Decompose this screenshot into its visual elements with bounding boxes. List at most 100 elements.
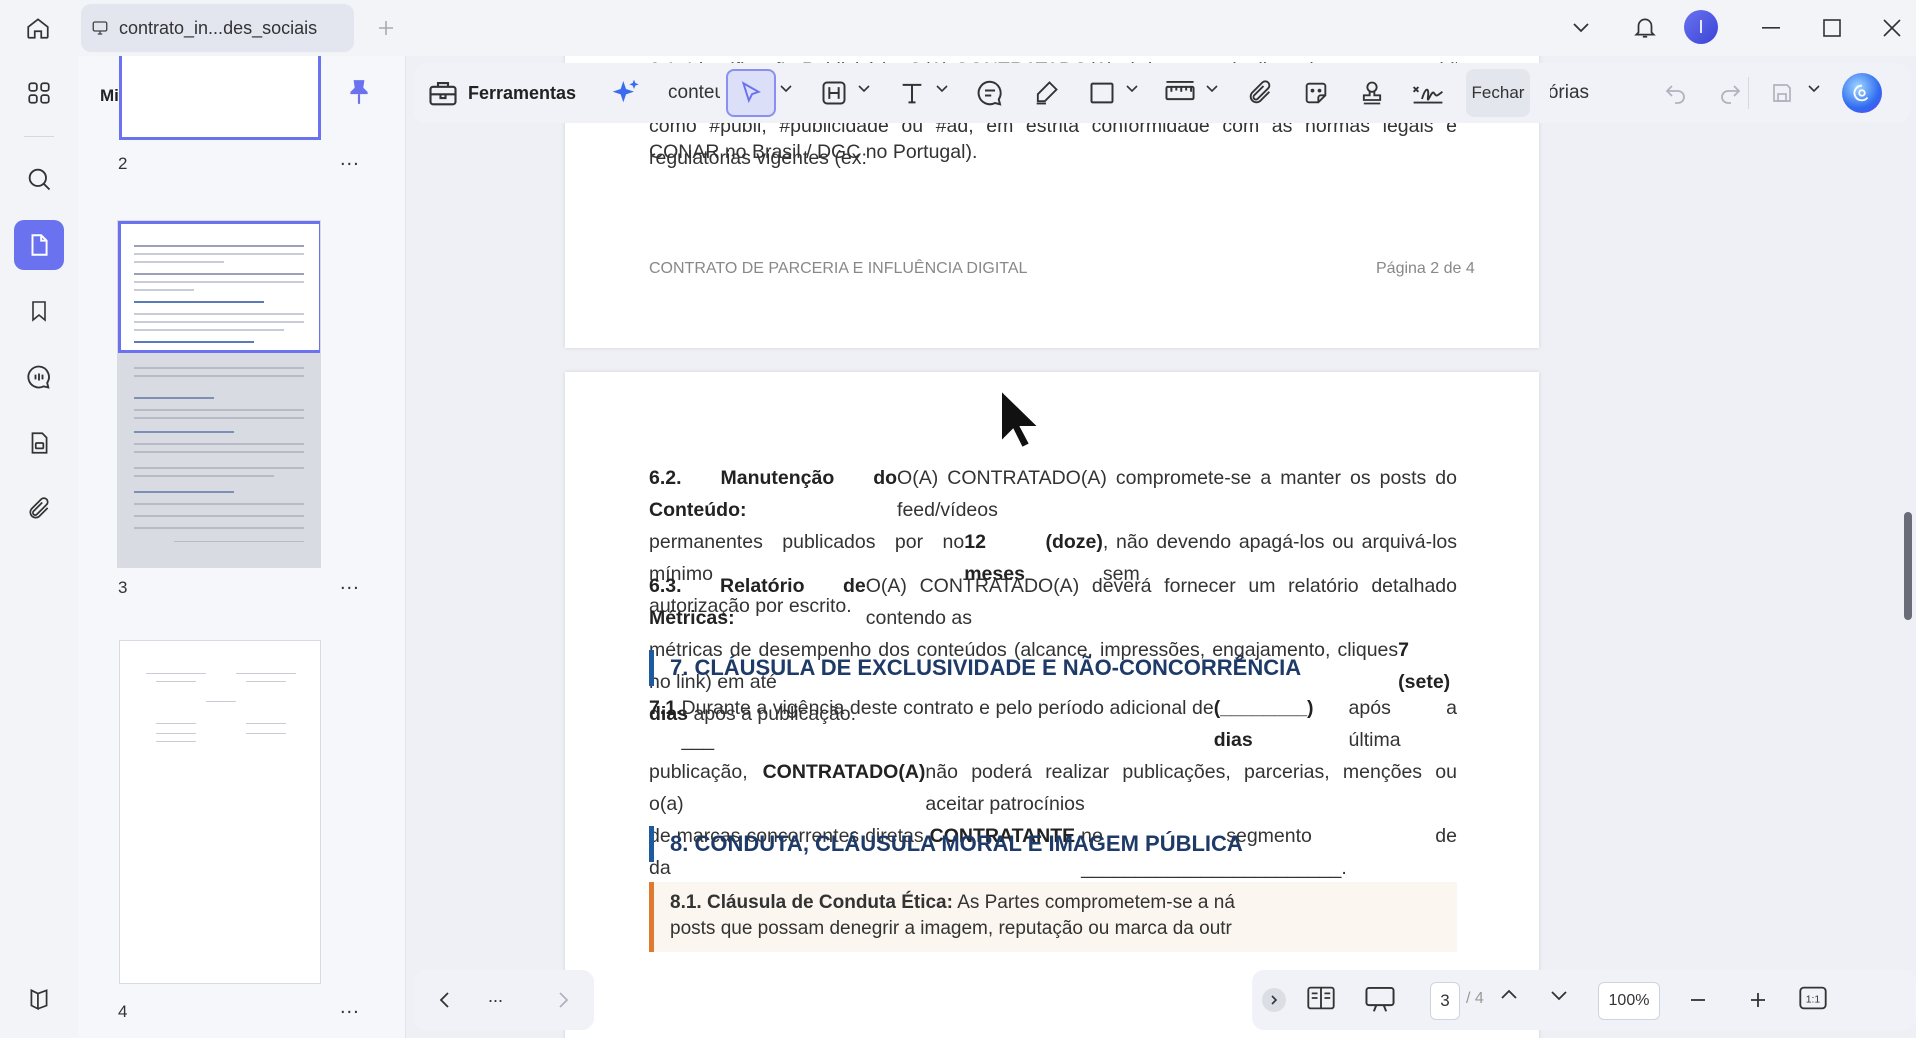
clause-7-1-text: após a última <box>1348 697 1457 751</box>
viewport-indicator <box>118 221 320 353</box>
left-rail <box>0 56 78 1038</box>
pin-icon[interactable] <box>346 78 376 108</box>
highlighter-icon[interactable] <box>1024 71 1068 115</box>
redo-icon[interactable] <box>1708 71 1752 115</box>
attach-file-icon[interactable] <box>1238 71 1282 115</box>
rail-divider <box>24 136 54 137</box>
thumbnails-page-icon[interactable] <box>14 220 64 270</box>
close-tools-button[interactable]: Fechar <box>1466 69 1530 117</box>
clause-6-3-label: 6.3. Relatório de Métricas: <box>649 575 866 629</box>
comment-tool-icon[interactable] <box>968 71 1012 115</box>
page-footer-title: CONTRATO DE PARCERIA E INFLUÊNCIA DIGITA… <box>649 260 1028 277</box>
collapse-chevron-icon[interactable] <box>1262 988 1286 1012</box>
total-pages: / 4 <box>1466 990 1484 1007</box>
page-layout-icon[interactable] <box>1306 984 1336 1012</box>
chevron-down-icon[interactable] <box>1206 85 1218 93</box>
thumbnail-more-button[interactable]: ... <box>340 996 360 1019</box>
text-tool-icon[interactable] <box>890 71 934 115</box>
thumbnail-more-button[interactable]: ... <box>340 148 360 171</box>
clause-7-1-text: publicação, o(a) <box>649 761 748 815</box>
document-tab-title: contrato_in...des_sociais <box>119 17 318 38</box>
signature-icon[interactable] <box>1406 71 1450 115</box>
chevron-down-icon[interactable] <box>936 85 948 93</box>
previous-arrow-icon[interactable] <box>430 986 458 1014</box>
chevron-down-icon[interactable] <box>858 85 870 93</box>
thumbnail-page-3[interactable] <box>117 220 321 568</box>
thumbnail-label: 2 <box>118 154 128 173</box>
toolbar-clip-mask <box>1532 67 1550 119</box>
document-tab[interactable]: contrato_in...des_sociais <box>81 4 354 52</box>
heading-text-icon[interactable] <box>812 71 856 115</box>
rectangle-shape-icon[interactable] <box>1080 71 1124 115</box>
sticker-icon[interactable] <box>1294 71 1338 115</box>
thumbnail-page-2[interactable] <box>119 56 321 140</box>
nav-more-button[interactable]: ... <box>488 986 503 1007</box>
ai-sparkle-icon[interactable] <box>606 73 646 113</box>
maximize-icon[interactable] <box>1816 12 1848 44</box>
new-tab-plus-icon[interactable] <box>372 14 400 42</box>
attachment-icon[interactable] <box>14 484 64 534</box>
comments-icon[interactable] <box>14 352 64 402</box>
user-avatar[interactable]: I <box>1684 10 1718 44</box>
chevron-down-icon[interactable] <box>780 85 792 93</box>
thumbnail-label: 3 <box>118 578 128 597</box>
undo-icon[interactable] <box>1654 71 1698 115</box>
monitor-icon <box>91 19 109 37</box>
apps-grid-icon[interactable] <box>14 68 64 118</box>
select-cursor-icon[interactable] <box>726 69 776 117</box>
form-document-icon[interactable] <box>14 418 64 468</box>
bookmark-icon[interactable] <box>14 286 64 336</box>
presentation-icon[interactable] <box>1364 984 1396 1014</box>
minimize-icon[interactable] <box>1756 12 1788 44</box>
thumbnail-more-button[interactable]: ... <box>340 572 360 595</box>
page-nav-bar: ... <box>414 970 594 1030</box>
measure-ruler-icon[interactable] <box>1158 71 1202 115</box>
toolbar-clipped-text-left: conteu <box>668 67 720 119</box>
section-7-heading: 7. CLÁUSULA DE EXCLUSIVIDADE E NÃO-CONCO… <box>649 650 1301 686</box>
zoom-out-minus-icon[interactable] <box>1688 990 1708 1010</box>
toolbox-icon <box>428 79 458 107</box>
tools-menu-button[interactable]: Ferramentas <box>428 73 576 113</box>
toolbar-divider <box>1748 77 1749 109</box>
thumbnails-panel: Miniaturas 2 ... <box>78 56 406 1038</box>
home-icon[interactable] <box>18 10 58 46</box>
chevron-down-icon[interactable] <box>1126 85 1138 93</box>
search-icon[interactable] <box>14 154 64 204</box>
clause-7-1-bold: CONTRATADO(A) <box>762 761 926 783</box>
clause-7-1-text: Durante a vigência deste contrato e pelo… <box>681 697 1214 751</box>
clause-7-1-bold: (________) dias <box>1213 697 1314 751</box>
chevron-down-icon[interactable] <box>1808 85 1820 93</box>
ai-assistant-icon[interactable] <box>1842 73 1882 113</box>
actual-size-icon[interactable]: 1:1 <box>1798 984 1828 1012</box>
clause-6-2-label: 6.2. Manutenção do Conteúdo: <box>649 467 898 521</box>
stamp-icon[interactable] <box>1350 71 1394 115</box>
clause-8-1-text: As Partes comprometem-se a ná <box>957 892 1235 913</box>
close-window-icon[interactable] <box>1876 12 1908 44</box>
zoom-bar: 3 / 4 100% 1:1 <box>1252 970 1916 1030</box>
zoom-level-input[interactable]: 100% <box>1598 982 1660 1020</box>
vertical-scrollbar-thumb[interactable] <box>1904 512 1912 620</box>
clause-6-3-text: O(A) CONTRATADO(A) deverá fornecer um re… <box>865 575 1457 629</box>
clause-6-2-text: O(A) CONTRATADO(A) compromete-se a mante… <box>897 467 1457 521</box>
clause-8-1-callout: 8.1. Cláusula de Conduta Ética: As Parte… <box>649 882 1457 952</box>
svg-text:1:1: 1:1 <box>1806 995 1821 1006</box>
zoom-in-plus-icon[interactable] <box>1748 990 1768 1010</box>
thumbnail-page-4[interactable] <box>119 640 321 984</box>
thumbnail-label: 4 <box>118 1002 128 1021</box>
document-page-3: 6.2. Manutenção do Conteúdo: O(A) CONTRAT… <box>565 372 1539 1038</box>
document-canvas[interactable]: 6.1. Identificação Publicitária: O(A) CO… <box>407 56 1916 1038</box>
clause-7-1-label: 7.1. <box>649 697 682 719</box>
layers-icon[interactable] <box>14 974 64 1024</box>
next-arrow-icon[interactable] <box>550 986 578 1014</box>
clause-6-3-bold: 7 (sete) <box>1398 639 1451 693</box>
current-page-input[interactable]: 3 <box>1430 982 1460 1020</box>
page-up-chevron-icon[interactable] <box>1500 988 1518 1000</box>
mouse-cursor-icon <box>999 388 1045 450</box>
page-down-chevron-icon[interactable] <box>1550 990 1568 1002</box>
save-icon[interactable] <box>1760 71 1804 115</box>
page2-clause-6-1-line3: CONAR no Brasil / DGC no Portugal). <box>649 141 978 163</box>
clause-8-1-label: 8.1. Cláusula de Conduta Ética: <box>670 892 953 913</box>
bell-icon[interactable] <box>1628 10 1662 44</box>
tabs-dropdown-chevron-icon[interactable] <box>1566 14 1596 42</box>
page-footer-number: Página 2 de 4 <box>1376 260 1475 277</box>
